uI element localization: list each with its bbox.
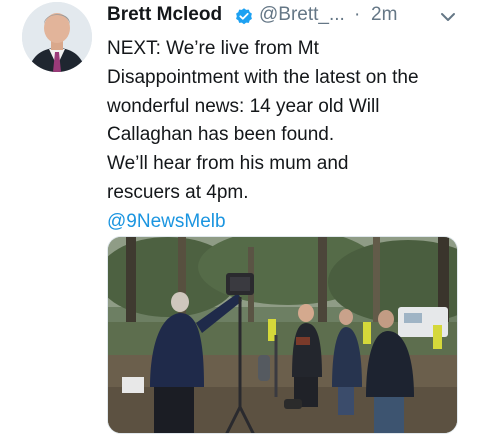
author-name[interactable]: Brett Mcleod [107,4,222,26]
tweet-text-line: wonderful news: 14 year old Will [107,95,380,117]
tweet-photo[interactable] [107,236,458,434]
verified-badge-icon [236,8,252,25]
author-handle[interactable]: @Brett_... [259,4,345,26]
separator-dot: · [354,4,361,25]
tweet-text: NEXT: We’re live from Mt Disappointment … [107,35,467,237]
tweet-text-line: Disappointment with the latest on the [107,66,419,88]
avatar-image [22,2,92,72]
tweet-text-line: NEXT: We’re live from Mt [107,38,319,59]
chevron-down-icon[interactable] [440,11,456,23]
news-crew-photo [108,237,457,433]
avatar[interactable] [22,2,92,72]
mention-link[interactable]: @9NewsMelb [107,208,467,237]
tweet-card[interactable]: Brett Mcleod @Brett_... · 2m NEXT: We’re… [0,0,480,440]
tweet-header: Brett Mcleod @Brett_... · 2m [107,2,467,28]
tweet-text-line: Callaghan has been found. [107,124,335,146]
tweet-text-line: rescuers at 4pm. [107,181,249,203]
tweet-text-line: We’ll hear from his mum and [107,153,349,175]
timestamp[interactable]: 2m [371,4,397,26]
